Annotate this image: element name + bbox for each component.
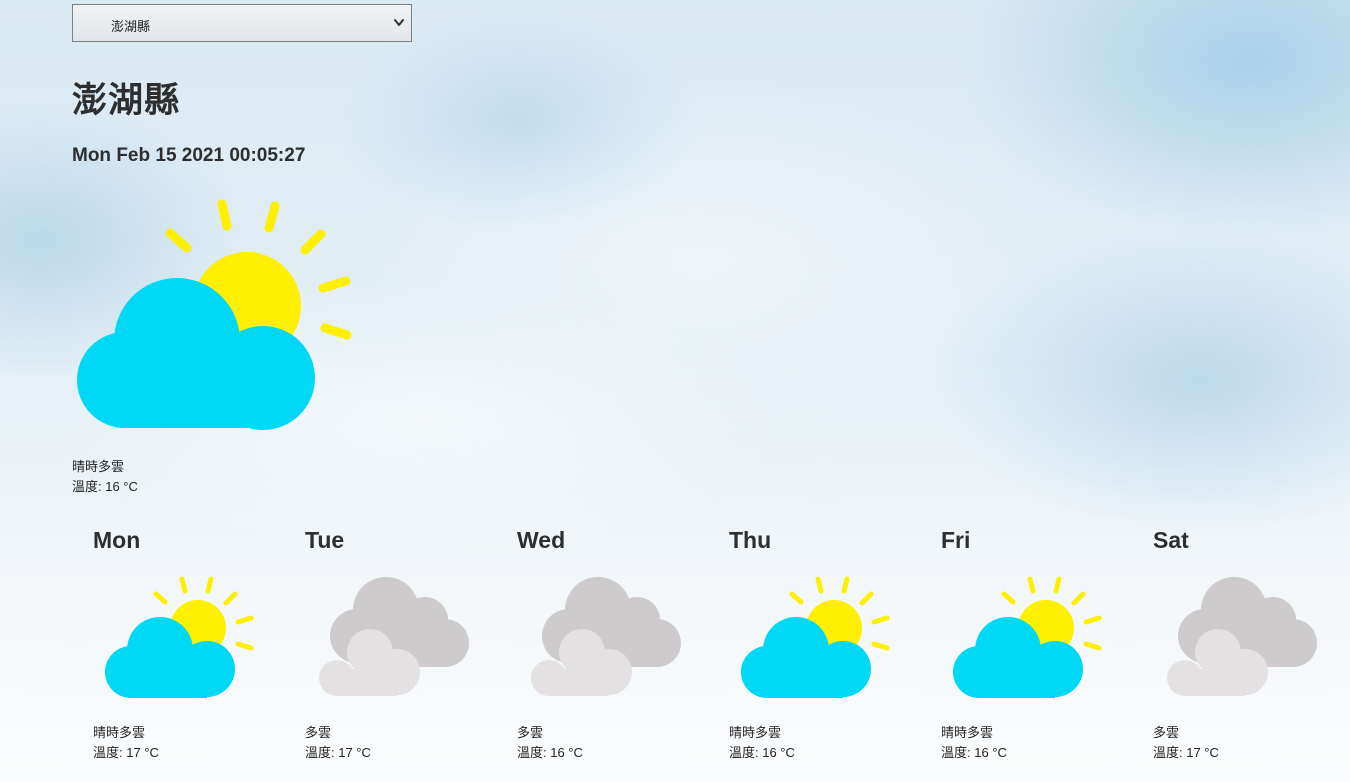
current-datetime: Mon Feb 15 2021 00:05:27 bbox=[72, 145, 306, 166]
day-description: 晴時多雲 bbox=[941, 725, 994, 740]
forecast-day-tue: Tue 多雲 溫度: 17 °C bbox=[305, 525, 505, 782]
partly-cloudy-icon bbox=[77, 199, 352, 430]
forecast-day-thu: Thu 晴時多雲 溫度: 16 °C bbox=[729, 525, 929, 782]
day-weather: 多雲 溫度: 16 °C bbox=[517, 723, 583, 763]
cloudy-icon bbox=[319, 577, 469, 696]
day-name: Tue bbox=[305, 527, 345, 553]
forecast-day-mon: Mon 晴時多雲 溫度: 17 °C bbox=[93, 525, 293, 782]
current-temperature: 溫度: 16 °C bbox=[72, 479, 138, 494]
day-weather: 多雲 溫度: 17 °C bbox=[1153, 723, 1219, 763]
day-description: 晴時多雲 bbox=[729, 725, 782, 740]
partly-cloudy-icon bbox=[105, 576, 254, 698]
forecast-day-wed: Wed 多雲 溫度: 16 °C bbox=[517, 525, 717, 782]
city-select[interactable]: 澎湖縣 bbox=[72, 4, 412, 42]
day-name: Fri bbox=[941, 527, 971, 553]
day-weather: 多雲 溫度: 17 °C bbox=[305, 723, 371, 763]
day-name: Thu bbox=[729, 527, 772, 553]
day-temperature: 溫度: 16 °C bbox=[729, 745, 795, 760]
forecast-day-sat: Sat 多雲 溫度: 17 °C bbox=[1153, 525, 1350, 782]
day-name: Mon bbox=[93, 527, 141, 553]
day-description: 多雲 bbox=[305, 725, 332, 740]
cloudy-icon bbox=[531, 577, 681, 696]
day-description: 多雲 bbox=[1153, 725, 1180, 740]
chevron-down-icon bbox=[394, 19, 404, 26]
page-title: 澎湖縣 bbox=[72, 81, 181, 120]
city-select-value: 澎湖縣 bbox=[111, 19, 151, 34]
day-temperature: 溫度: 17 °C bbox=[93, 745, 159, 760]
day-weather: 晴時多雲 溫度: 16 °C bbox=[729, 723, 795, 763]
forecast-row: Mon 晴時多雲 溫度: 17 °C Tue 多雲 溫度: 17 °C Wed … bbox=[93, 525, 1350, 782]
partly-cloudy-icon bbox=[953, 576, 1102, 698]
day-description: 多雲 bbox=[517, 725, 544, 740]
cloudy-icon bbox=[1167, 577, 1317, 696]
day-temperature: 溫度: 17 °C bbox=[1153, 745, 1219, 760]
day-weather: 晴時多雲 溫度: 16 °C bbox=[941, 723, 1007, 763]
day-name: Sat bbox=[1153, 527, 1189, 553]
day-weather: 晴時多雲 溫度: 17 °C bbox=[93, 723, 159, 763]
current-description: 晴時多雲 bbox=[72, 459, 125, 474]
current-weather: 晴時多雲 溫度: 16 °C bbox=[72, 457, 138, 497]
day-description: 晴時多雲 bbox=[93, 725, 146, 740]
forecast-day-fri: Fri 晴時多雲 溫度: 16 °C bbox=[941, 525, 1141, 782]
day-temperature: 溫度: 17 °C bbox=[305, 745, 371, 760]
day-name: Wed bbox=[517, 527, 566, 553]
day-temperature: 溫度: 16 °C bbox=[941, 745, 1007, 760]
partly-cloudy-icon bbox=[741, 576, 890, 698]
day-temperature: 溫度: 16 °C bbox=[517, 745, 583, 760]
